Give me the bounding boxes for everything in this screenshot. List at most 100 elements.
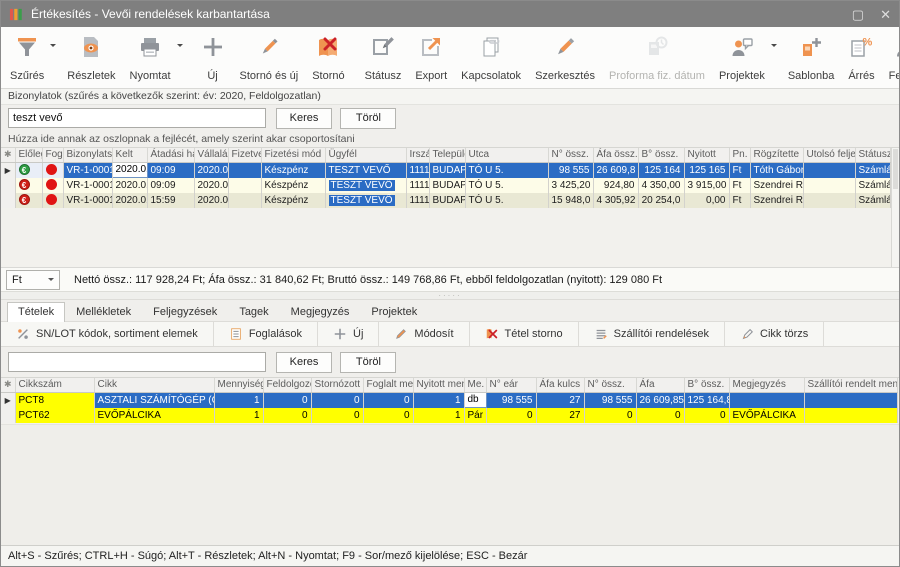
cell[interactable]: TESZT VEVŐ bbox=[325, 178, 406, 193]
cell[interactable]: Számláz bbox=[855, 193, 890, 208]
table-row[interactable]: PCT62 EVŐPÁLCIKA 1 0 0 0 1 Pár 0 27 0 0 … bbox=[1, 408, 897, 423]
column-header[interactable]: Vállalási határidő bbox=[194, 148, 228, 162]
vertical-scrollbar[interactable] bbox=[891, 148, 900, 267]
cell[interactable]: 0 bbox=[636, 408, 684, 423]
column-header[interactable]: Áfa össz. bbox=[593, 148, 638, 162]
column-header[interactable]: Bizonylatszám bbox=[63, 148, 112, 162]
cell[interactable]: Pár bbox=[464, 408, 486, 423]
table-row[interactable]: € VR-1-000163 2020.01 09:09 2020.01 Kész… bbox=[1, 178, 890, 193]
cell[interactable]: 26 609,85 bbox=[636, 392, 684, 408]
cell[interactable]: Szendrei Réka bbox=[750, 178, 803, 193]
cell[interactable] bbox=[803, 162, 855, 178]
column-header[interactable]: B° össz. bbox=[684, 378, 729, 392]
cell[interactable]: 1 bbox=[214, 408, 263, 423]
cell[interactable]: EVŐPÁLCIKA bbox=[729, 408, 804, 423]
cell[interactable]: 1 bbox=[413, 408, 464, 423]
cell[interactable]: PCT62 bbox=[15, 408, 94, 423]
maximize-button[interactable]: ▢ bbox=[852, 8, 864, 21]
cell[interactable]: TÓ U 5. bbox=[465, 162, 548, 178]
column-header[interactable]: Kelt bbox=[112, 148, 147, 162]
currency-select[interactable]: Ft bbox=[6, 270, 60, 290]
cell[interactable]: Szendrei Réka bbox=[750, 193, 803, 208]
cell[interactable] bbox=[228, 178, 261, 193]
cell[interactable]: 125 164 bbox=[638, 162, 684, 178]
cell[interactable] bbox=[803, 178, 855, 193]
cell[interactable]: BUDAPEST bbox=[429, 178, 465, 193]
cancel-and-new-button[interactable]: Stornó és új bbox=[233, 29, 306, 86]
cell[interactable] bbox=[42, 162, 63, 178]
cell[interactable] bbox=[42, 178, 63, 193]
table-row[interactable]: ▶ € VR-1-000182 2020.01 09:09 2020.01 Ké… bbox=[1, 162, 890, 178]
cell[interactable]: 1111 bbox=[406, 162, 429, 178]
cell[interactable]: 3 915,00 bbox=[684, 178, 729, 193]
cell[interactable]: 1 bbox=[413, 392, 464, 408]
column-header[interactable]: Me. bbox=[464, 378, 486, 392]
cell[interactable]: 27 bbox=[536, 408, 584, 423]
column-header[interactable]: Pn. bbox=[729, 148, 750, 162]
column-header[interactable]: Nyitott mennyiség bbox=[413, 378, 464, 392]
cell[interactable]: TESZT VEVŐ bbox=[325, 162, 406, 178]
close-button[interactable]: ✕ bbox=[880, 8, 891, 21]
item-edit-button[interactable]: Módosít bbox=[379, 322, 469, 346]
item-new-button[interactable]: Új bbox=[318, 322, 379, 346]
documents-clear-button[interactable]: Töröl bbox=[340, 108, 396, 129]
cell[interactable]: EVŐPÁLCIKA bbox=[94, 408, 214, 423]
cell[interactable]: 09:09 bbox=[147, 178, 194, 193]
supplier-orders-button[interactable]: Szállítói rendelések bbox=[579, 322, 725, 346]
cell[interactable]: 2020.01 bbox=[194, 178, 228, 193]
table-row[interactable]: ▶ PCT8 ASZTALI SZÁMÍTÓGÉP (GY) 1 0 0 0 1… bbox=[1, 392, 897, 408]
reservations-button[interactable]: Foglalások bbox=[214, 322, 318, 346]
cell[interactable]: Ft bbox=[729, 178, 750, 193]
cell[interactable]: 4 305,92 bbox=[593, 193, 638, 208]
column-header[interactable]: Település bbox=[429, 148, 465, 162]
cell[interactable]: VR-1-000182 bbox=[63, 162, 112, 178]
connections-button[interactable]: Kapcsolatok bbox=[454, 29, 528, 86]
filter-button[interactable]: Szűrés bbox=[3, 29, 60, 86]
edit-button[interactable]: Szerkesztés bbox=[528, 29, 602, 86]
cell[interactable]: Számláz bbox=[855, 178, 890, 193]
snlot-button[interactable]: SN/LOT kódok, sortiment elemek bbox=[1, 322, 214, 346]
cell[interactable]: € bbox=[15, 162, 42, 178]
cell[interactable]: VR-1-000163 bbox=[63, 178, 112, 193]
cell[interactable]: Számláz bbox=[855, 162, 890, 178]
column-header[interactable]: Fizetési mód bbox=[261, 148, 325, 162]
projects-button[interactable]: Projektek bbox=[712, 29, 781, 86]
cell[interactable]: 26 609,8 bbox=[593, 162, 638, 178]
cell[interactable]: TÓ U 5. bbox=[465, 193, 548, 208]
column-header[interactable]: Stornózott mennyiség bbox=[311, 378, 363, 392]
column-header[interactable]: N° eár bbox=[486, 378, 536, 392]
cell[interactable]: Készpénz bbox=[261, 193, 325, 208]
cell[interactable]: 27 bbox=[536, 392, 584, 408]
cell[interactable]: PCT8 bbox=[15, 392, 94, 408]
cell[interactable]: 2020.01 bbox=[112, 193, 147, 208]
cell[interactable] bbox=[804, 392, 897, 408]
cell[interactable]: Ft bbox=[729, 193, 750, 208]
grid-customize-button[interactable]: ✱ bbox=[1, 148, 15, 162]
cell[interactable]: TÓ U 5. bbox=[465, 178, 548, 193]
cell[interactable]: 0 bbox=[263, 392, 311, 408]
cell[interactable]: Ft bbox=[729, 162, 750, 178]
column-header[interactable]: Irszám bbox=[406, 148, 429, 162]
responsible-button[interactable]: Felelős bbox=[882, 29, 900, 86]
cell[interactable]: Tóth Gábor bbox=[750, 162, 803, 178]
print-button[interactable]: Nyomtat bbox=[123, 29, 187, 86]
tab-tetelek[interactable]: Tételek bbox=[7, 302, 65, 322]
cell[interactable]: ASZTALI SZÁMÍTÓGÉP (GY) bbox=[94, 392, 214, 408]
tab-megjegyzes[interactable]: Megjegyzés bbox=[280, 302, 361, 321]
column-header[interactable]: Ügyfél bbox=[325, 148, 406, 162]
cell[interactable] bbox=[42, 193, 63, 208]
column-header[interactable]: Foglalás bbox=[42, 148, 63, 162]
column-header[interactable]: Mennyiség bbox=[214, 378, 263, 392]
cell[interactable]: 0 bbox=[363, 392, 413, 408]
cell[interactable]: 3 425,20 bbox=[548, 178, 593, 193]
column-header[interactable]: N° össz. bbox=[548, 148, 593, 162]
documents-search-button[interactable]: Keres bbox=[276, 108, 332, 129]
cell[interactable] bbox=[803, 193, 855, 208]
cell[interactable]: db bbox=[464, 392, 486, 408]
cell[interactable]: 0 bbox=[684, 408, 729, 423]
chevron-down-icon[interactable] bbox=[50, 44, 56, 50]
cell[interactable]: 0,00 bbox=[684, 193, 729, 208]
column-header[interactable]: Megjegyzés bbox=[729, 378, 804, 392]
cell[interactable]: 2020.01 bbox=[194, 162, 228, 178]
cell[interactable]: 1 bbox=[214, 392, 263, 408]
